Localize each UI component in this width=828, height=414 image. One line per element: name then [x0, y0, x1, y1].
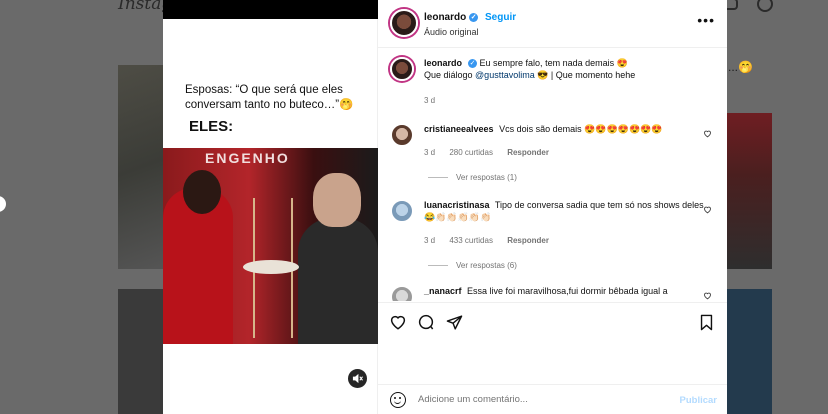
caption-text-2: Que diálogo: [424, 70, 476, 80]
comment-like-heart-icon[interactable]: [703, 129, 712, 141]
mention-link[interactable]: @gusttavolima: [475, 70, 535, 80]
comment-like-heart-icon[interactable]: [703, 205, 712, 217]
comment-text: Essa live foi maravilhosa,fui dormir bêb…: [467, 286, 668, 296]
caption-body: leonardo ✓ Eu sempre falo, tem nada demai…: [424, 57, 704, 81]
feed-tile: [726, 289, 772, 414]
comment-like-heart-icon[interactable]: [703, 291, 712, 301]
post-comment-button[interactable]: Publicar: [680, 395, 718, 406]
post-media: Esposas: “O que será que eles conversam …: [163, 0, 378, 414]
share-send-icon[interactable]: [444, 312, 464, 332]
avatar[interactable]: [390, 199, 414, 223]
comment-username[interactable]: luanacristinasa: [424, 200, 490, 210]
audio-label[interactable]: Áudio original: [424, 27, 479, 37]
comment-body: _nanacrf Essa live foi maravilhosa,fui d…: [424, 285, 704, 297]
emoji-icon[interactable]: [390, 392, 406, 408]
post-sidebar: leonardo ✓ Seguir Áudio original ••• leon…: [378, 0, 727, 414]
avatar[interactable]: [390, 9, 418, 37]
comment-bubble-icon[interactable]: [416, 312, 436, 332]
caption-meta: 3 d: [424, 96, 447, 105]
caption-text-1: Eu sempre falo, tem nada demais 😍: [479, 58, 628, 68]
profile-icon: [757, 0, 773, 12]
media-top-bar: [163, 0, 378, 19]
comment-username[interactable]: cristianeealvees: [424, 124, 494, 134]
comment-text: Vcs dois são demais 😍😍😍😍😍😍😍: [499, 124, 663, 134]
video-sign-text: ENGENHO: [205, 150, 290, 166]
avatar[interactable]: [390, 123, 414, 147]
comments-list[interactable]: leonardo ✓ Eu sempre falo, tem nada demai…: [378, 49, 727, 301]
comment-likes[interactable]: 433 curtidas: [449, 236, 493, 245]
comment-body: luanacristinasa Tipo de conversa sadia q…: [424, 199, 704, 223]
more-options-icon[interactable]: •••: [697, 12, 715, 28]
like-heart-icon[interactable]: [388, 312, 408, 332]
video-person-left-head: [183, 170, 221, 214]
comment-input[interactable]: [418, 394, 658, 405]
media-caption-title: ELES:: [189, 118, 234, 135]
feed-caption-snippet: ...🤭: [728, 60, 753, 74]
caption-time[interactable]: 3 d: [424, 96, 435, 105]
speaker-muted-icon[interactable]: [348, 369, 367, 388]
view-replies-button[interactable]: Ver respostas (1): [428, 173, 517, 182]
comment-time[interactable]: 3 d: [424, 236, 435, 245]
save-bookmark-icon[interactable]: [696, 312, 716, 332]
comment-likes[interactable]: 280 curtidas: [449, 148, 493, 157]
verified-badge-icon: ✓: [468, 59, 478, 69]
feed-tile: [726, 113, 772, 269]
feed-tile: [118, 289, 166, 414]
avatar[interactable]: [390, 57, 414, 81]
author-username-text[interactable]: leonardo: [424, 12, 466, 23]
feed-tile: [118, 65, 166, 269]
media-caption-text: Esposas: “O que será que eles conversam …: [185, 84, 354, 111]
video-plate: [243, 260, 299, 274]
prev-arrow-button[interactable]: [0, 196, 6, 212]
comment-meta: 3 d 433 curtidas Responder: [424, 236, 561, 245]
author-username[interactable]: leonardo ✓: [424, 12, 479, 23]
verified-badge-icon: ✓: [469, 12, 479, 22]
post-modal: Esposas: “O que será que eles conversam …: [163, 0, 727, 414]
comment-meta: 3 d 280 curtidas Responder: [424, 148, 561, 157]
follow-button[interactable]: Seguir: [485, 12, 516, 23]
post-header: leonardo ✓ Seguir Áudio original •••: [378, 0, 727, 48]
video-person-right-head: [313, 173, 361, 227]
post-actions: [378, 302, 727, 342]
view-replies-button[interactable]: Ver respostas (6): [428, 261, 517, 270]
reply-button[interactable]: Responder: [507, 148, 549, 157]
caption-username[interactable]: leonardo: [424, 58, 462, 68]
avatar[interactable]: [390, 285, 414, 301]
comment-time[interactable]: 3 d: [424, 148, 435, 157]
comment-composer: Publicar: [378, 384, 727, 414]
caption-text-3: 😎 | Que momento hehe: [534, 70, 636, 80]
reply-button[interactable]: Responder: [507, 236, 549, 245]
comment-username[interactable]: _nanacrf: [424, 286, 462, 296]
video-player[interactable]: ENGENHO: [163, 148, 378, 344]
comment-body: cristianeealvees Vcs dois são demais 😍😍😍…: [424, 123, 704, 135]
video-person-right: [298, 218, 378, 344]
